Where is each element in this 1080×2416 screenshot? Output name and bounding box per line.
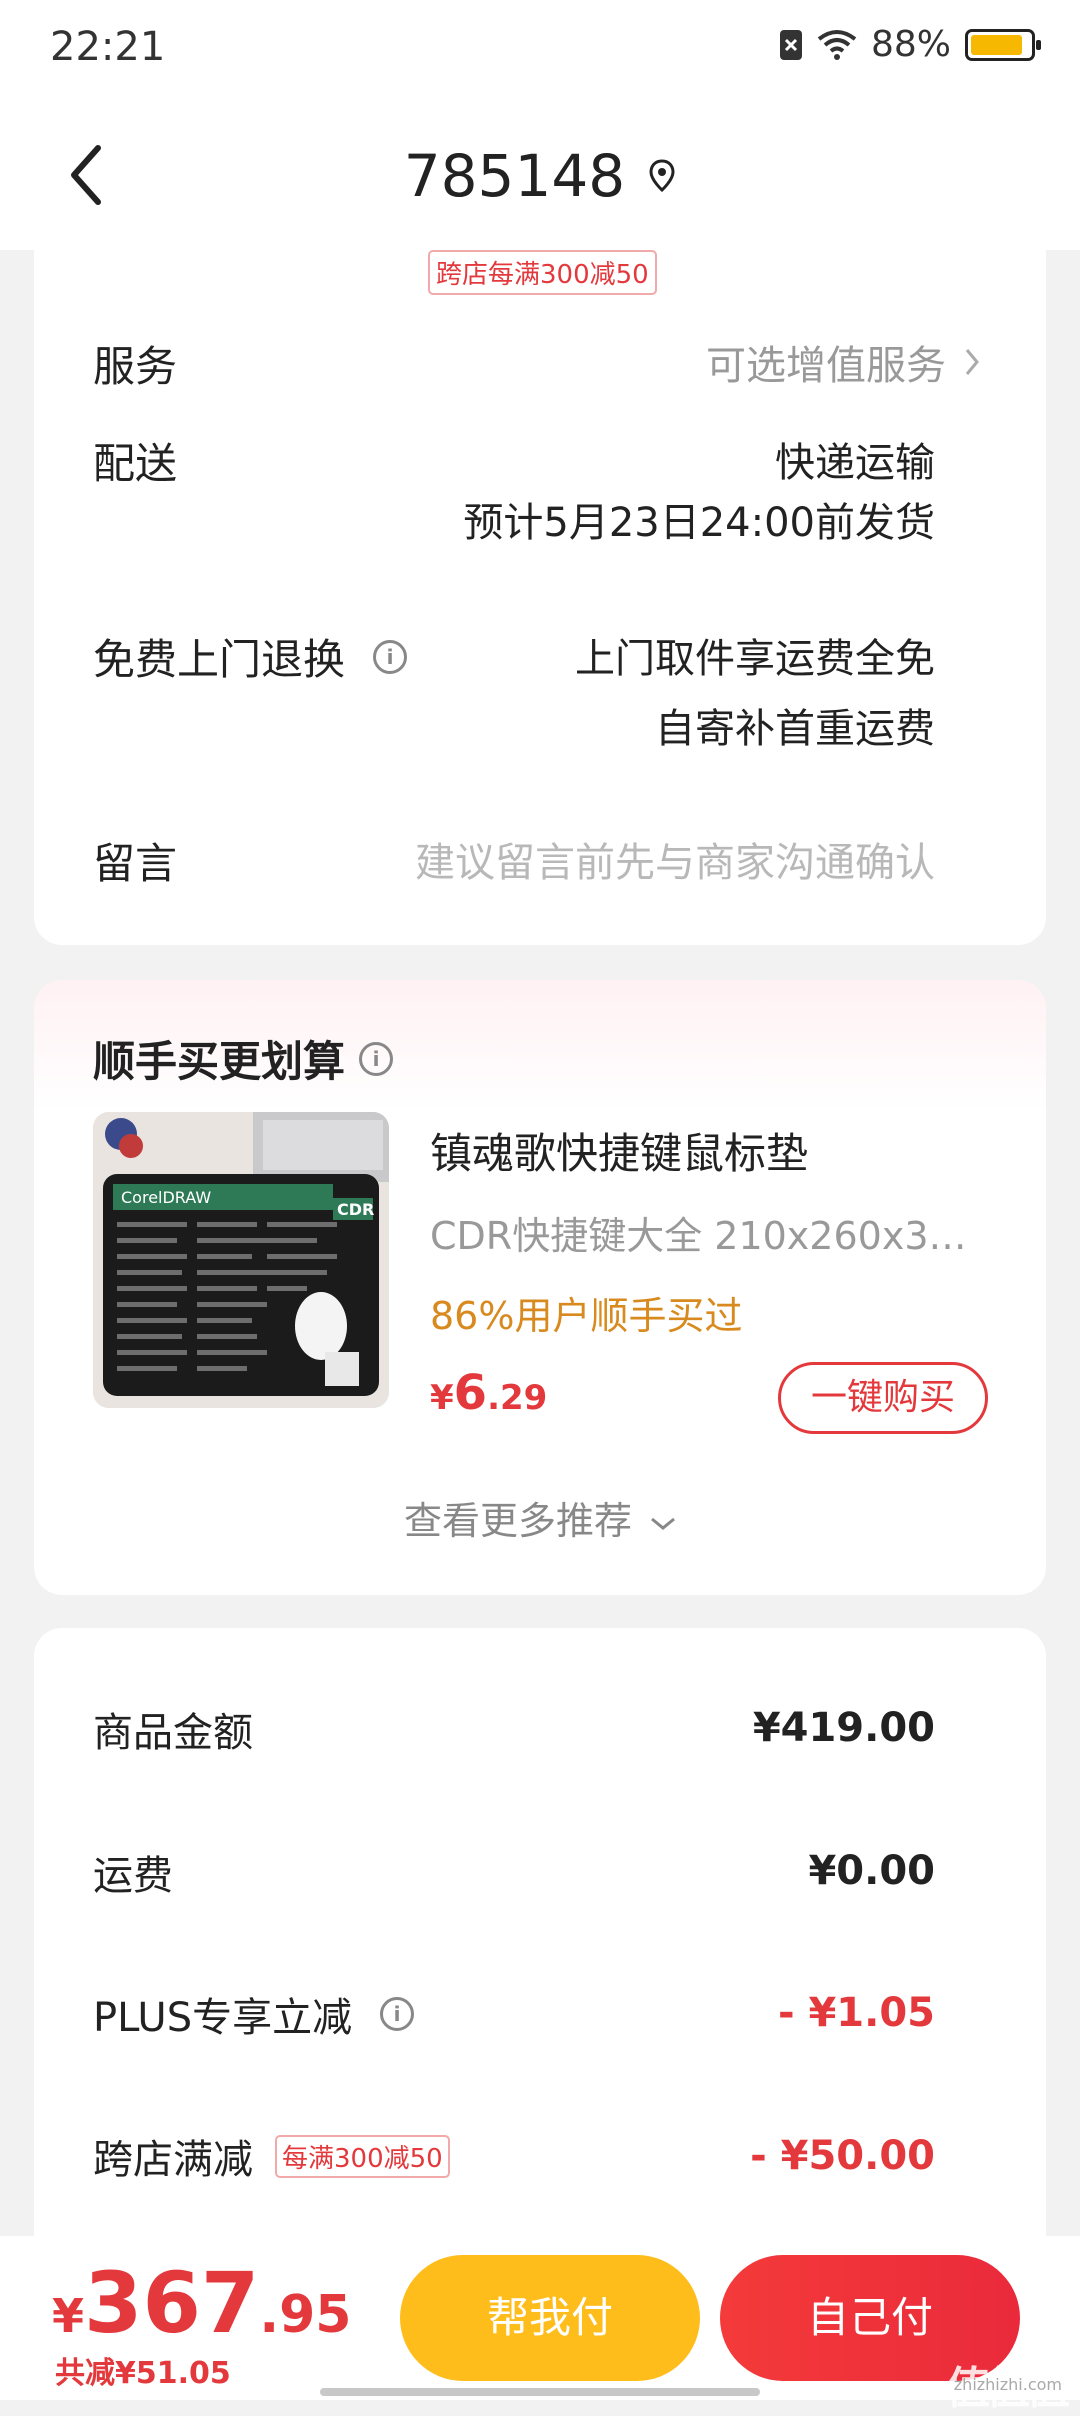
message-label: 留言 xyxy=(93,839,178,888)
goods-amount-label: 商品金额 xyxy=(93,1710,253,1756)
cross-store-value: - ¥50.00 xyxy=(750,2133,935,2179)
more-label: 查看更多推荐 xyxy=(403,1499,632,1543)
service-value: 可选增值服务 xyxy=(706,343,946,389)
chevron-down-icon xyxy=(651,1517,675,1530)
cross-store-label-wrap: 跨店满减 每满300减50 xyxy=(93,2127,450,2185)
price-dec: .29 xyxy=(487,1378,548,1418)
plus-info-icon[interactable]: i xyxy=(380,1997,415,2031)
return-line2: 自寄补首重运费 xyxy=(655,706,935,752)
battery-icon xyxy=(965,28,1041,61)
addon-info-icon[interactable]: i xyxy=(359,1041,394,1076)
wifi-icon xyxy=(817,29,857,60)
message-input[interactable]: 建议留言前先与商家沟通确认 xyxy=(415,830,935,888)
home-indicator[interactable] xyxy=(320,2388,760,2396)
image-brand-text: CorelDRAW xyxy=(121,1188,211,1207)
promo-tag: 跨店每满300减50 xyxy=(428,250,657,295)
return-label: 免费上门退换 xyxy=(93,635,346,684)
status-time: 22:21 xyxy=(50,24,166,70)
status-icons: 88% xyxy=(779,24,1041,65)
total-currency: ¥ xyxy=(52,2289,85,2343)
one-click-buy-button[interactable]: 一键购买 xyxy=(778,1362,988,1434)
price-int: 6 xyxy=(453,1365,488,1421)
return-line1: 上门取件享运费全免 xyxy=(575,636,935,682)
cross-store-tag: 每满300减50 xyxy=(275,2134,450,2178)
sim-off-icon xyxy=(779,29,802,60)
battery-percentage: 88% xyxy=(870,24,951,65)
addon-header: 顺手买更划算 i xyxy=(93,1028,394,1089)
status-bar: 22:21 88% xyxy=(0,0,1080,100)
shipping-label: 运费 xyxy=(93,1853,173,1899)
delivery-eta: 预计5月23日24:00前发货 xyxy=(463,500,935,546)
price-currency: ¥ xyxy=(430,1378,454,1418)
location-pin-icon[interactable] xyxy=(648,159,676,193)
image-tag-text: CDR xyxy=(337,1200,374,1219)
page-header: 785148 xyxy=(0,100,1080,250)
plus-discount-label-wrap: PLUS专享立减 i xyxy=(93,1985,415,2043)
chevron-right-icon xyxy=(965,349,979,375)
total-saved: 共减¥51.05 xyxy=(55,2356,231,2391)
info-icon[interactable]: i xyxy=(373,639,408,674)
watermark-url: zhizhizhi.com xyxy=(953,2375,1062,2394)
shipping-value: ¥0.00 xyxy=(808,1848,935,1894)
battery-fill xyxy=(971,34,1023,55)
total-int: 367 xyxy=(84,2254,260,2352)
delivery-label: 配送 xyxy=(93,439,178,488)
title-wrap: 785148 xyxy=(0,142,1080,210)
product-name[interactable]: 镇魂歌快捷键鼠标垫 xyxy=(430,1120,808,1181)
service-label: 服务 xyxy=(93,342,178,391)
plus-discount-label: PLUS专享立减 xyxy=(93,1995,353,2041)
delivery-method: 快递运输 xyxy=(775,440,935,486)
cross-store-label: 跨店满减 xyxy=(93,2137,253,2183)
total-dec: .95 xyxy=(259,2285,352,2345)
mousepad-illustration: CorelDRAW CDR xyxy=(93,1112,389,1408)
plus-discount-value: - ¥1.05 xyxy=(777,1990,935,2036)
return-label-wrap: 免费上门退换 i xyxy=(93,626,408,687)
service-row[interactable]: 可选增值服务 xyxy=(706,333,980,391)
page-title: 785148 xyxy=(403,142,626,210)
product-spec: CDR快捷键大全 210x260x3mm xyxy=(430,1214,1000,1258)
goods-amount-value: ¥419.00 xyxy=(752,1705,935,1751)
product-image[interactable]: CorelDRAW CDR xyxy=(93,1112,389,1408)
product-price: ¥6.29 xyxy=(430,1365,547,1421)
total-price: ¥367.95 xyxy=(52,2254,351,2352)
more-recommendations[interactable]: 查看更多推荐 xyxy=(0,1490,1080,1545)
addon-title: 顺手买更划算 xyxy=(93,1037,346,1086)
product-social-proof: 86%用户顺手买过 xyxy=(430,1294,743,1338)
help-me-pay-button[interactable]: 帮我付 xyxy=(400,2255,700,2381)
